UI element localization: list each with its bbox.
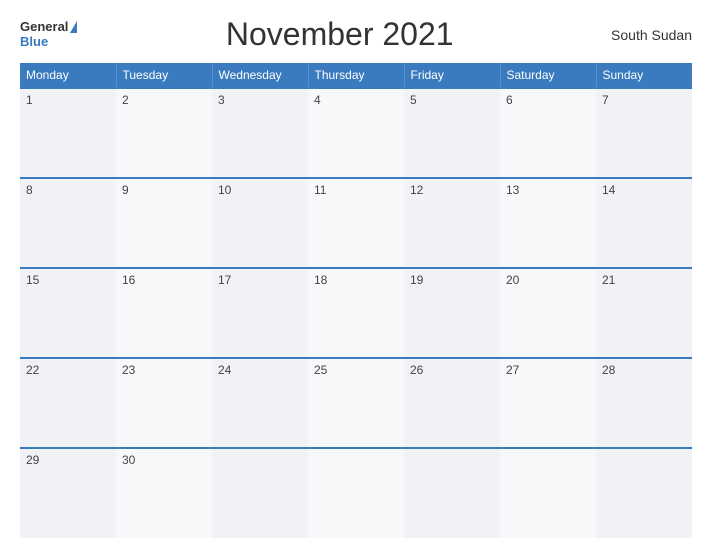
day-28: 28 [596,358,692,448]
logo: General Blue [20,20,77,49]
day-9: 9 [116,178,212,268]
day-7: 7 [596,88,692,178]
header-monday: Monday [20,63,116,88]
day-27: 27 [500,358,596,448]
day-19: 19 [404,268,500,358]
day-4: 4 [308,88,404,178]
day-20: 20 [500,268,596,358]
header-tuesday: Tuesday [116,63,212,88]
day-3: 3 [212,88,308,178]
header-thursday: Thursday [308,63,404,88]
day-26: 26 [404,358,500,448]
day-15: 15 [20,268,116,358]
day-22: 22 [20,358,116,448]
day-17: 17 [212,268,308,358]
day-29: 29 [20,448,116,538]
day-5: 5 [404,88,500,178]
day-empty-3 [404,448,500,538]
day-empty-2 [308,448,404,538]
week-row-2: 8 9 10 11 12 13 14 [20,178,692,268]
day-30: 30 [116,448,212,538]
weekday-header-row: Monday Tuesday Wednesday Thursday Friday… [20,63,692,88]
day-2: 2 [116,88,212,178]
week-row-1: 1 2 3 4 5 6 7 [20,88,692,178]
week-row-3: 15 16 17 18 19 20 21 [20,268,692,358]
header-friday: Friday [404,63,500,88]
logo-general-text: General [20,20,68,34]
calendar-page: General Blue November 2021 South Sudan M… [0,0,712,550]
week-row-5: 29 30 [20,448,692,538]
calendar-table: Monday Tuesday Wednesday Thursday Friday… [20,63,692,538]
day-empty-4 [500,448,596,538]
day-6: 6 [500,88,596,178]
day-23: 23 [116,358,212,448]
header-sunday: Sunday [596,63,692,88]
day-25: 25 [308,358,404,448]
header-saturday: Saturday [500,63,596,88]
week-row-4: 22 23 24 25 26 27 28 [20,358,692,448]
header: General Blue November 2021 South Sudan [20,16,692,53]
day-empty-1 [212,448,308,538]
day-10: 10 [212,178,308,268]
day-21: 21 [596,268,692,358]
header-wednesday: Wednesday [212,63,308,88]
day-11: 11 [308,178,404,268]
calendar-title: November 2021 [77,16,602,53]
day-8: 8 [20,178,116,268]
day-24: 24 [212,358,308,448]
day-16: 16 [116,268,212,358]
day-14: 14 [596,178,692,268]
country-label: South Sudan [602,27,692,43]
day-13: 13 [500,178,596,268]
day-18: 18 [308,268,404,358]
logo-blue-text: Blue [20,35,48,49]
day-1: 1 [20,88,116,178]
logo-triangle-icon [70,21,77,33]
day-empty-5 [596,448,692,538]
day-12: 12 [404,178,500,268]
